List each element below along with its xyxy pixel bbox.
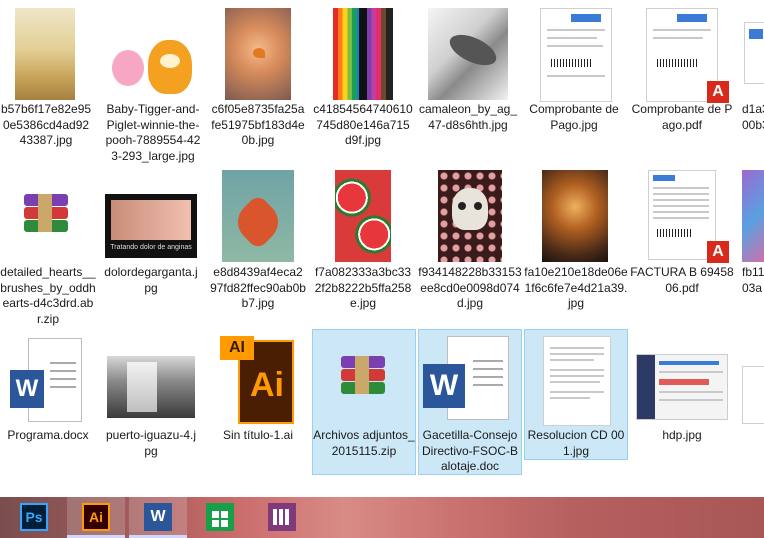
- taskbar-onenote-button[interactable]: [253, 497, 311, 538]
- illustrator-icon: AI Ai: [220, 336, 296, 424]
- image-thumbnail: [636, 354, 728, 420]
- word-icon: W: [10, 338, 82, 422]
- winrar-icon: [341, 356, 385, 396]
- file-item[interactable]: AI Ai Sin título-1.ai: [210, 332, 306, 452]
- taskbar-illustrator-button[interactable]: Ai: [67, 497, 125, 538]
- file-item-selected[interactable]: Archivos adjuntos_2015115.zip: [312, 329, 416, 475]
- image-thumbnail: [222, 170, 294, 262]
- file-item[interactable]: [738, 332, 764, 452]
- image-thumbnail: [335, 170, 391, 262]
- file-name: detailed_hearts__brushes_by_oddhearts-d4…: [0, 265, 96, 326]
- file-name: Baby-Tigger-and-Piglet-winnie-the-pooh-7…: [105, 102, 201, 163]
- file-name: Programa.docx: [7, 428, 89, 442]
- pdf-thumbnail: A: [646, 8, 729, 103]
- image-thumbnail: [744, 22, 764, 84]
- file-item[interactable]: W Programa.docx: [0, 332, 96, 452]
- file-name: c6f05e8735fa25afe51975bf183d4e0b.jpg: [211, 102, 305, 147]
- taskbar-photoshop-button[interactable]: Ps: [5, 497, 63, 538]
- winrar-icon: [24, 194, 68, 234]
- file-item[interactable]: fb11e03a: [738, 166, 764, 316]
- word-icon: W: [423, 336, 515, 420]
- file-name: f934148228b33153ee8cd0e0098d074d.jpg: [418, 265, 522, 310]
- image-thumbnail: [428, 8, 508, 100]
- illustrator-icon: Ai: [82, 503, 110, 531]
- file-item[interactable]: fa10e210e18de06e1f6c6fe7e4d21a39.jpg: [524, 166, 628, 316]
- taskbar-word-button[interactable]: W: [129, 497, 187, 538]
- pdf-icon: A: [707, 241, 729, 263]
- file-item[interactable]: c6f05e8735fa25afe51975bf183d4e0b.jpg: [210, 0, 306, 150]
- image-thumbnail: [540, 8, 612, 102]
- image-thumbnail: [742, 170, 764, 262]
- file-item[interactable]: hdp.jpg: [630, 332, 734, 452]
- file-item[interactable]: A Comprobante de Pago.pdf: [630, 0, 734, 150]
- file-item-selected[interactable]: W Gacetilla-Consejo Directivo-FSOC-Balot…: [418, 329, 522, 475]
- file-name: Sin título-1.ai: [222, 428, 294, 442]
- file-item[interactable]: Tratando dolor de anginas dolordegargant…: [103, 166, 199, 306]
- image-thumbnail: [107, 356, 195, 418]
- image-thumbnail: [542, 170, 608, 262]
- file-name: Resolucion CD 001.jpg: [527, 428, 625, 458]
- onenote-icon: [268, 503, 296, 531]
- file-name: fa10e210e18de06e1f6c6fe7e4d21a39.jpg: [524, 265, 628, 310]
- image-thumbnail: [15, 8, 75, 100]
- image-thumbnail: [438, 170, 502, 262]
- file-name: b57b6f17e82e950e5386cd4ad9243387.jpg: [0, 102, 92, 147]
- file-item[interactable]: Baby-Tigger-and-Piglet-winnie-the-pooh-7…: [105, 0, 201, 166]
- pdf-icon: A: [707, 81, 729, 103]
- file-name: e8d8439af4eca297fd82ffec90ab0bb7.jpg: [210, 265, 306, 310]
- file-name: FACTURA B 6945806.pdf: [630, 265, 734, 295]
- file-item[interactable]: b57b6f17e82e950e5386cd4ad9243387.jpg: [0, 0, 92, 160]
- image-thumbnail: [108, 36, 198, 98]
- file-item[interactable]: c41854564740610745d80e146a715d9f.jpg: [313, 0, 413, 150]
- file-name: fb11e03a: [742, 265, 764, 295]
- file-name: d1a300b3: [742, 102, 764, 132]
- file-item[interactable]: f934148228b33153ee8cd0e0098d074d.jpg: [418, 166, 522, 316]
- file-item-selected[interactable]: Resolucion CD 001.jpg: [524, 329, 628, 460]
- file-item[interactable]: e8d8439af4eca297fd82ffec90ab0bb7.jpg: [210, 166, 306, 316]
- file-name: dolordegarganta.jpg: [104, 265, 198, 295]
- image-thumbnail: [742, 366, 764, 424]
- file-name: c41854564740610745d80e146a715d9f.jpg: [313, 102, 413, 147]
- file-item[interactable]: camaleon_by_ag_47-d8s6hth.jpg: [418, 0, 518, 150]
- image-thumbnail: [225, 8, 291, 100]
- file-name: Archivos adjuntos_2015115.zip: [313, 428, 415, 458]
- file-item[interactable]: f7a082333a3bc332f2b8222b5ffa258e.jpg: [313, 166, 413, 316]
- file-item[interactable]: puerto-iguazu-4.jpg: [103, 332, 199, 472]
- file-name: Comprobante de Pago.pdf: [631, 102, 733, 132]
- file-name: Comprobante de Pago.jpg: [529, 102, 619, 132]
- store-icon: [206, 503, 234, 531]
- taskbar: Ps Ai W: [0, 497, 764, 538]
- file-name: puerto-iguazu-4.jpg: [105, 428, 197, 458]
- image-thumbnail: Tratando dolor de anginas: [105, 194, 197, 258]
- file-name: camaleon_by_ag_47-d8s6hth.jpg: [418, 102, 518, 132]
- file-name: hdp.jpg: [662, 428, 702, 442]
- taskbar-store-button[interactable]: [191, 497, 249, 538]
- pdf-thumbnail: A: [648, 170, 729, 263]
- file-item[interactable]: d1a300b3: [738, 0, 764, 150]
- file-name: Gacetilla-Consejo Directivo-FSOC-Balotaj…: [421, 428, 518, 473]
- file-item[interactable]: detailed_hearts__brushes_by_oddhearts-d4…: [0, 166, 96, 328]
- photoshop-icon: Ps: [20, 503, 48, 531]
- image-thumbnail: [333, 8, 393, 100]
- image-thumbnail: [543, 336, 611, 426]
- file-item[interactable]: A FACTURA B 6945806.pdf: [630, 166, 734, 316]
- word-icon: W: [144, 503, 172, 531]
- file-item[interactable]: Comprobante de Pago.jpg: [524, 0, 624, 150]
- file-name: f7a082333a3bc332f2b8222b5ffa258e.jpg: [314, 265, 412, 310]
